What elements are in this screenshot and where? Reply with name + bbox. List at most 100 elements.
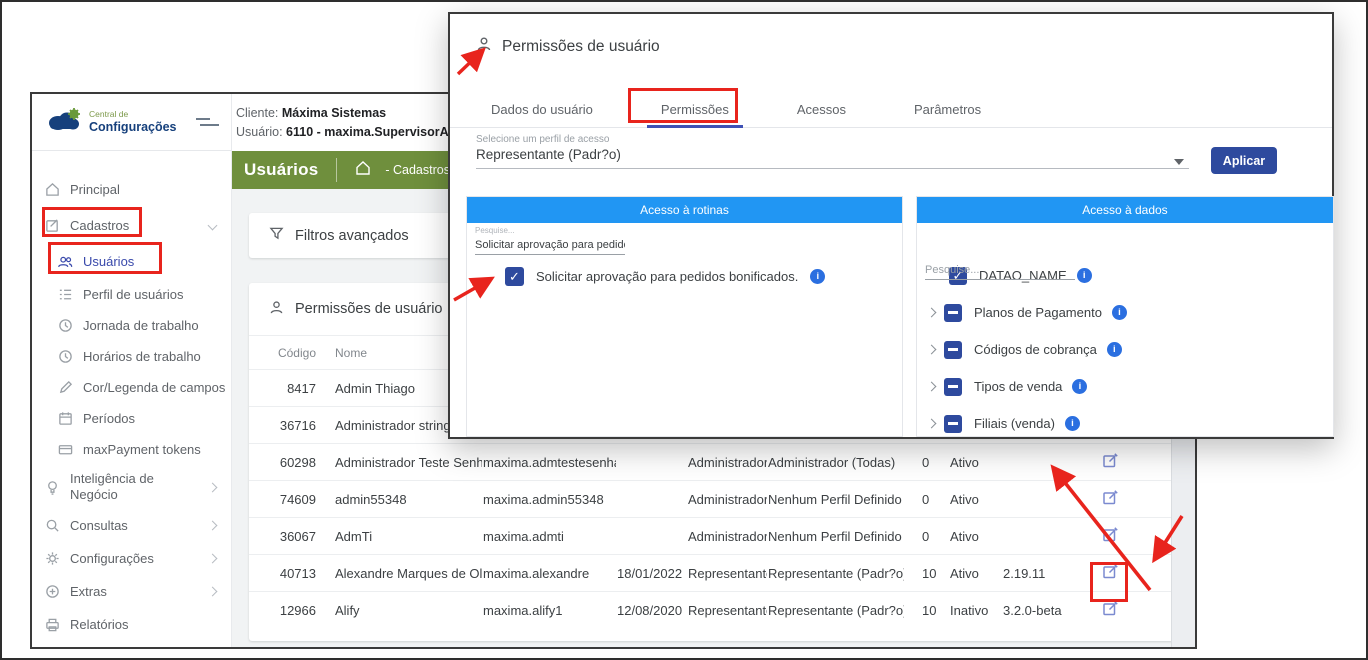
chevron-right-icon[interactable] [927, 382, 937, 392]
sidebar-item-cadastros[interactable]: Cadastros [32, 207, 231, 243]
home-icon [44, 181, 60, 197]
edit-user-button[interactable] [1102, 600, 1119, 620]
checkbox-indeterminate[interactable] [944, 415, 962, 433]
sidebar-item-extras[interactable]: Extras [32, 575, 231, 608]
screenshot-canvas: Central de Configurações Principal Cadas… [0, 0, 1368, 660]
checkbox-checked[interactable] [505, 267, 524, 286]
sidebar-item-principal[interactable]: Principal [32, 171, 231, 207]
col-codigo: Código [249, 336, 334, 370]
sidebar-item-usuarios[interactable]: Usuários [32, 243, 231, 279]
client-value: Máxima Sistemas [282, 106, 386, 120]
sidebar-item-inteligencia-de-negocio[interactable]: Inteligência de Negócio [32, 465, 231, 509]
routines-access-panel: Acesso à rotinas Pesquise... Solicitar a… [466, 196, 903, 437]
tab-dados-do-usuario[interactable]: Dados do usuário [491, 90, 607, 128]
routines-search-field: Pesquise... [475, 226, 625, 255]
user-label: Usuário: [236, 125, 283, 139]
table-row[interactable]: 12966Alifymaxima.alify112/08/2020Represe… [249, 592, 1174, 629]
info-icon[interactable] [810, 269, 825, 284]
divider [336, 158, 337, 182]
calendar-icon [57, 411, 73, 427]
plus-circle-icon [44, 584, 60, 600]
token-card-icon [57, 442, 73, 458]
cloud-logo-icon [46, 107, 82, 138]
app-logo: Central de Configurações [32, 94, 231, 151]
checkbox-indeterminate[interactable] [944, 341, 962, 359]
sidebar: Central de Configurações Principal Cadas… [32, 94, 232, 647]
search-icon [44, 518, 60, 534]
data-search-field [925, 260, 1075, 280]
info-icon[interactable] [1112, 305, 1127, 320]
form-icon [44, 217, 60, 233]
sidebar-toggle-button[interactable] [200, 118, 219, 126]
logo-text-top: Central de [89, 109, 177, 119]
clock-icon [57, 318, 73, 334]
sidebar-item-configuracoes[interactable]: Configurações [32, 542, 231, 575]
info-icon[interactable] [1072, 379, 1087, 394]
profile-list-icon [57, 287, 73, 303]
select-underline [476, 168, 1189, 169]
sidebar-item-maxpayment-tokens[interactable]: maxPayment tokens [32, 434, 231, 465]
chevron-down-icon [208, 220, 218, 230]
person-icon [476, 36, 492, 57]
info-icon[interactable] [1065, 416, 1080, 431]
chevron-right-icon [208, 554, 218, 564]
table-row[interactable]: 40713Alexandre Marques de Oliveiramaxima… [249, 555, 1174, 592]
dropdown-caret-icon[interactable] [1174, 159, 1184, 165]
printer-icon [44, 617, 60, 633]
gear-icon [44, 551, 60, 567]
chevron-right-icon[interactable] [927, 419, 937, 429]
routine-permission-item: Solicitar aprovação para pedidos bonific… [505, 267, 825, 286]
sidebar-item-periodos[interactable]: Períodos [32, 403, 231, 434]
sidebar-item-perfil-de-usuarios[interactable]: Perfil de usuários [32, 279, 231, 310]
home-icon[interactable] [355, 160, 371, 181]
table-row[interactable]: 60298Administrador Teste Senhamaxima.adm… [249, 444, 1174, 481]
chevron-right-icon [208, 587, 218, 597]
chevron-right-icon[interactable] [927, 345, 937, 355]
chevron-right-icon [208, 521, 218, 531]
edit-user-button[interactable] [1102, 452, 1119, 472]
routine-permission-label: Solicitar aprovação para pedidos bonific… [536, 269, 798, 284]
checkbox-indeterminate[interactable] [944, 378, 962, 396]
person-icon [269, 300, 284, 319]
info-icon[interactable] [1107, 342, 1122, 357]
sidebar-item-cor-legenda-de-campos[interactable]: Cor/Legenda de campos [32, 372, 231, 403]
profile-select-label: Selecione um perfil de acesso [476, 134, 609, 145]
chevron-right-icon[interactable] [927, 308, 937, 318]
sidebar-item-jornada-de-trabalho[interactable]: Jornada de trabalho [32, 310, 231, 341]
logo-text-bottom: Configurações [89, 120, 177, 135]
table-row[interactable]: 36067AdmTimaxima.admtiAdministradorNenhu… [249, 518, 1174, 555]
tab-permissoes[interactable]: Permissões [647, 90, 743, 128]
routines-panel-header: Acesso à rotinas [467, 197, 902, 223]
edit-user-button[interactable] [1102, 563, 1119, 583]
sidebar-item-horarios-de-trabalho[interactable]: Horários de trabalho [32, 341, 231, 372]
tab-parametros[interactable]: Parâmetros [900, 90, 995, 128]
data-access-panel: Acesso à dados DATAO_NAME Planos de Paga… [916, 196, 1334, 437]
data-search-input[interactable] [925, 262, 1075, 280]
table-row[interactable]: 74609admin55348maxima.admin55348Administ… [249, 481, 1174, 518]
tree-item-tipos-de-venda: Tipos de venda [917, 368, 1333, 405]
users-icon [57, 253, 73, 269]
data-access-tree: DATAO_NAME Planos de Pagamento Códigos d… [917, 257, 1333, 437]
tab-acessos[interactable]: Acessos [783, 90, 860, 128]
search-field-label: Pesquise... [475, 226, 625, 235]
funnel-icon [269, 226, 284, 245]
routines-search-input[interactable] [475, 237, 625, 255]
data-panel-header: Acesso à dados [917, 197, 1333, 223]
edit-user-button[interactable] [1102, 489, 1119, 509]
edit-user-button[interactable] [1102, 526, 1119, 546]
sidebar-item-consultas[interactable]: Consultas [32, 509, 231, 542]
tree-item-filiais-venda: Filiais (venda) [917, 405, 1333, 437]
sidebar-item-relatorios[interactable]: Relatórios [32, 608, 231, 641]
client-label: Cliente: [236, 106, 278, 120]
pencil-icon [57, 380, 73, 396]
tree-item-planos-de-pagamento: Planos de Pagamento [917, 294, 1333, 331]
sidebar-nav: Principal Cadastros Usuários Perfil de u… [32, 151, 231, 641]
checkbox-indeterminate[interactable] [944, 304, 962, 322]
tree-item-codigos-de-cobranca: Códigos de cobrança [917, 331, 1333, 368]
info-icon[interactable] [1077, 268, 1092, 283]
modal-title: Permissões de usuário [502, 38, 660, 56]
page-title: Usuários [244, 160, 318, 180]
apply-button[interactable]: Aplicar [1211, 147, 1277, 174]
chevron-right-icon [208, 482, 218, 492]
profile-select[interactable]: Representante (Padr?o) [476, 147, 621, 162]
